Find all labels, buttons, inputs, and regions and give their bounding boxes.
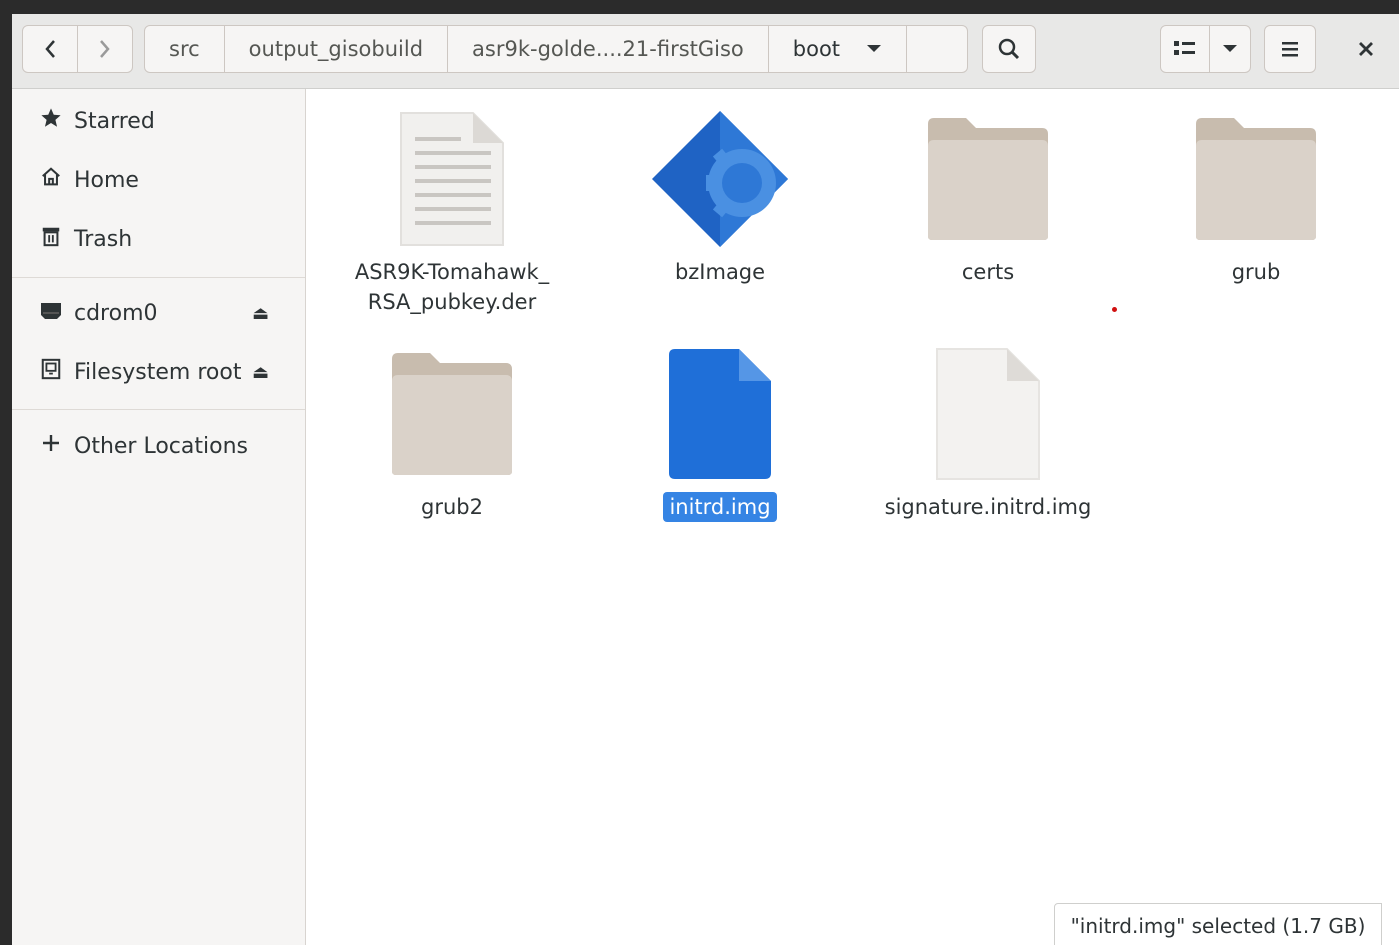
folder-name: grub (1231, 260, 1281, 284)
file-item[interactable]: bzImage (600, 109, 840, 309)
file-icon (600, 344, 840, 484)
file-name: ASR9K-Tomahawk_ (354, 260, 550, 284)
file-name: initrd.img (663, 492, 777, 522)
sidebar-item-label: Starred (74, 108, 155, 134)
folder-item[interactable]: grub (1136, 109, 1376, 309)
forward-button[interactable] (77, 25, 133, 73)
file-name: bzImage (674, 260, 766, 284)
search-icon (998, 38, 1020, 60)
sidebar-separator (12, 277, 305, 278)
folder-item[interactable]: grub2 (332, 344, 572, 544)
sidebar-item-other-locations[interactable]: Other Locations (12, 420, 305, 472)
folder-icon (868, 109, 1108, 249)
sidebar-item-label: Trash (74, 226, 133, 252)
menu-button[interactable] (1264, 25, 1316, 73)
sidebar-item-home[interactable]: Home (12, 154, 305, 206)
file-name-line2: RSA_pubkey.der (367, 290, 537, 314)
text-file-icon (332, 109, 572, 249)
breadcrumb-output-gisobuild[interactable]: output_gisobuild (223, 25, 449, 73)
close-button[interactable] (1342, 25, 1390, 73)
view-options-button[interactable] (1209, 25, 1251, 73)
chevron-left-icon (45, 40, 55, 58)
selection-status: "initrd.img" selected (1.7 GB) (1054, 903, 1382, 945)
file-view: ASR9K-Tomahawk_ RSA_pubkey.der bzImage c… (306, 89, 1399, 945)
file-name-wrap: initrd.img (600, 492, 840, 522)
file-item-selected[interactable]: initrd.img (600, 344, 840, 544)
file-item[interactable]: signature.initrd.img (868, 344, 1108, 544)
harddisk-icon (33, 358, 69, 386)
breadcrumb-spacer (906, 25, 969, 73)
home-icon (33, 166, 69, 194)
folder-item[interactable]: certs (868, 109, 1108, 309)
breadcrumb-giso[interactable]: asr9k-golde....21-firstGiso (447, 25, 769, 73)
cursor-dot (1112, 307, 1117, 312)
sidebar: Starred Home Trash cdrom0 ⏏ Filesystem r… (12, 89, 306, 945)
sidebar-item-cdrom0[interactable]: cdrom0 ⏏ (12, 287, 305, 339)
plus-icon (33, 433, 69, 459)
sidebar-item-label: Filesystem root (74, 359, 242, 385)
sidebar-item-trash[interactable]: Trash (12, 213, 305, 265)
search-button[interactable] (982, 25, 1036, 73)
breadcrumb-src[interactable]: src (144, 25, 225, 73)
sidebar-item-label: Other Locations (74, 433, 248, 459)
eject-icon[interactable]: ⏏ (252, 362, 269, 383)
folder-icon (332, 344, 572, 484)
chevron-down-icon (867, 45, 882, 52)
executable-icon (600, 109, 840, 249)
sidebar-item-starred[interactable]: Starred (12, 95, 305, 147)
sidebar-item-filesystem-root[interactable]: Filesystem root ⏏ (12, 346, 305, 398)
close-icon (1359, 42, 1373, 56)
sidebar-item-label: Home (74, 167, 139, 193)
chevron-right-icon (100, 40, 110, 58)
star-icon (33, 107, 69, 135)
sidebar-item-label: cdrom0 (74, 300, 158, 326)
hamburger-menu-icon (1282, 42, 1298, 57)
breadcrumb-boot-label: boot (792, 37, 841, 61)
icon-view-icon (1174, 41, 1195, 55)
header-bar: src output_gisobuild asr9k-golde....21-f… (12, 14, 1399, 89)
chevron-down-icon (1223, 45, 1237, 52)
folder-icon (1136, 109, 1376, 249)
file-name: signature.initrd.img (884, 495, 1092, 519)
folder-name: grub2 (421, 495, 483, 519)
drive-icon (33, 299, 69, 327)
back-button[interactable] (22, 25, 78, 73)
breadcrumb-boot[interactable]: boot (767, 25, 908, 73)
breadcrumb: src output_gisobuild asr9k-golde....21-f… (144, 25, 969, 73)
blank-file-icon (868, 344, 1108, 484)
eject-icon[interactable]: ⏏ (252, 303, 269, 324)
file-manager-window: src output_gisobuild asr9k-golde....21-f… (12, 14, 1399, 945)
view-toggle-button[interactable] (1160, 25, 1210, 73)
trash-icon (33, 225, 69, 253)
file-item[interactable]: ASR9K-Tomahawk_ RSA_pubkey.der (332, 109, 572, 329)
folder-name: certs (961, 260, 1015, 284)
sidebar-separator (12, 409, 305, 410)
